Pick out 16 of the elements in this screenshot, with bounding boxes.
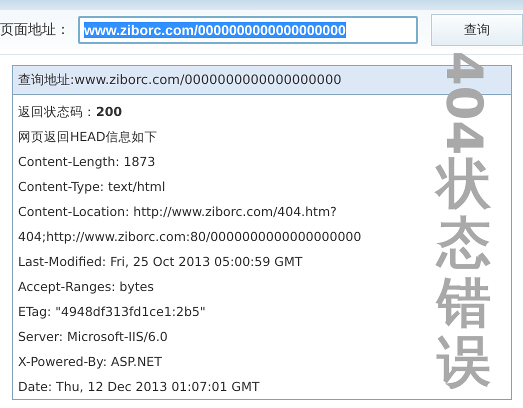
query-button[interactable]: 查询 [431,14,523,46]
header-line: Content-Type: text/html [18,179,166,194]
header-line: Content-Length: 1873 [18,154,156,169]
header-line: X-Powered-By: ASP.NET [18,354,162,369]
header-line: Date: Thu, 12 Dec 2013 01:07:01 GMT [18,379,260,394]
annotation-number: 404 [439,50,489,156]
status-label: 返回状态码： [18,104,96,119]
header-line: 404;http://www.ziborc.com:80/0000000000000000000 [18,229,362,244]
header-line: Last-Modified: Fri, 25 Oct 2013 05:00:59 GMT [18,254,302,269]
header-line: ETag: "4948df313fd1ce1:2b5" [18,304,206,319]
header-line: Server: Microsoft-IIS/6.0 [18,329,168,344]
status-code: 200 [96,104,122,119]
header-line: Accept-Ranges: bytes [18,279,154,294]
header-line: Content-Location: http://www.ziborc.com/404.htm? [18,204,337,219]
address-label: 页面地址： [0,21,71,39]
header-line: 网页返回HEAD信息如下 [18,129,158,144]
